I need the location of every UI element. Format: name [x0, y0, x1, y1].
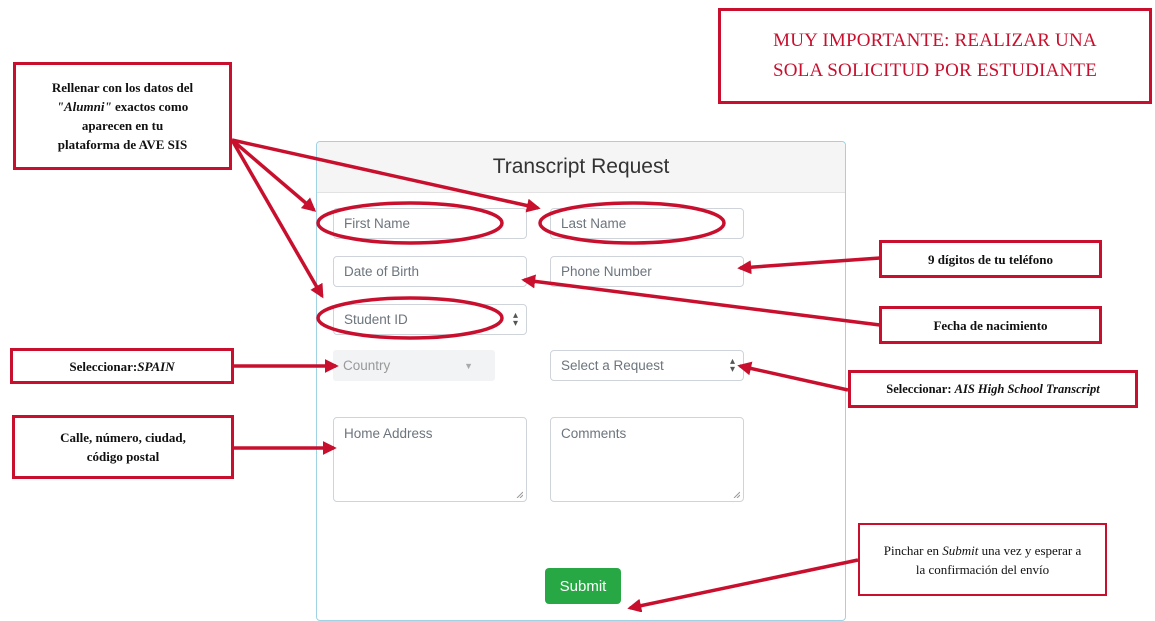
alumni-note-line3: aparecen en tu [81, 118, 164, 133]
date-of-birth-note: Fecha de nacimiento [879, 306, 1102, 344]
submit-note-line1: Pinchar en Submit una vez y esperar a [884, 541, 1081, 560]
request-type-placeholder: Select a Request [561, 358, 664, 373]
last-name-placeholder: Last Name [561, 216, 627, 231]
request-note: Seleccionar: AIS High School Transcript [848, 370, 1138, 408]
country-placeholder: Country [343, 358, 391, 373]
caret-down-icon: ▼ [464, 360, 473, 371]
date-of-birth-input[interactable]: Date of Birth [333, 256, 527, 287]
arrow-to-first-name [230, 138, 317, 212]
first-name-placeholder: First Name [344, 216, 411, 231]
request-type-select[interactable]: Select a Request ▴ ▾ [550, 350, 744, 381]
alumni-word: "Alumni" [56, 99, 112, 114]
submit-note-prefix: Pinchar en [883, 542, 943, 558]
important-note-line2: SOLA SOLICITUD POR ESTUDIANTE [772, 60, 1098, 81]
submit-note-keyword: Submit [942, 542, 979, 558]
submit-note: Pinchar en Submit una vez y esperar a la… [858, 523, 1107, 596]
address-note-line2: código postal [86, 449, 160, 464]
submit-note-line1-rest: una vez y esperar a [978, 542, 1082, 558]
country-note: Seleccionar: SPAIN [10, 348, 234, 384]
alumni-note-line2: "Alumni" exactos como [57, 97, 188, 116]
country-note-value: SPAIN [137, 358, 175, 374]
home-address-placeholder: Home Address [344, 426, 433, 441]
important-note: MUY IMPORTANTE: REALIZAR UNA SOLA SOLICI… [718, 8, 1152, 104]
date-of-birth-placeholder: Date of Birth [344, 264, 420, 279]
last-name-input[interactable]: Last Name [550, 208, 744, 239]
alumni-note-line2-rest: exactos como [111, 99, 189, 114]
important-note-line1: MUY IMPORTANTE: REALIZAR UNA [773, 30, 1097, 51]
alumni-note-line1: Rellenar con los datos del [51, 80, 194, 95]
form-title: Transcript Request [317, 142, 845, 193]
alumni-data-note: Rellenar con los datos del "Alumni" exac… [13, 62, 232, 170]
phone-number-placeholder: Phone Number [561, 264, 652, 279]
comments-placeholder: Comments [561, 426, 627, 441]
country-select[interactable]: Country ▼ [333, 350, 495, 381]
updown-chevron-icon: ▴ ▾ [512, 309, 518, 329]
resize-handle-icon[interactable] [733, 491, 740, 498]
request-note-prefix: Seleccionar: [886, 381, 952, 396]
phone-note: 9 dígitos de tu teléfono [879, 240, 1102, 278]
first-name-input[interactable]: First Name [333, 208, 527, 239]
submit-note-line2: la confirmación del envío [915, 561, 1050, 577]
arrow-to-student-id [230, 139, 324, 299]
submit-button[interactable]: Submit [545, 568, 621, 604]
phone-number-input[interactable]: Phone Number [550, 256, 744, 287]
alumni-note-line4: plataforma de AVE SIS [57, 137, 188, 152]
transcript-request-card: Transcript Request First Name Last Name … [316, 141, 846, 621]
address-note-line1: Calle, número, ciudad, [60, 430, 186, 445]
resize-handle-icon[interactable] [516, 491, 523, 498]
home-address-textarea[interactable]: Home Address [333, 417, 527, 502]
comments-textarea[interactable]: Comments [550, 417, 744, 502]
student-id-select[interactable]: Student ID ▴ ▾ [333, 304, 527, 335]
student-id-placeholder: Student ID [344, 312, 408, 327]
address-note: Calle, número, ciudad, código postal [12, 415, 234, 479]
country-note-prefix: Seleccionar: [69, 358, 138, 374]
request-note-value: AIS High School Transcript [954, 381, 1100, 396]
updown-chevron-icon: ▴ ▾ [729, 355, 735, 375]
